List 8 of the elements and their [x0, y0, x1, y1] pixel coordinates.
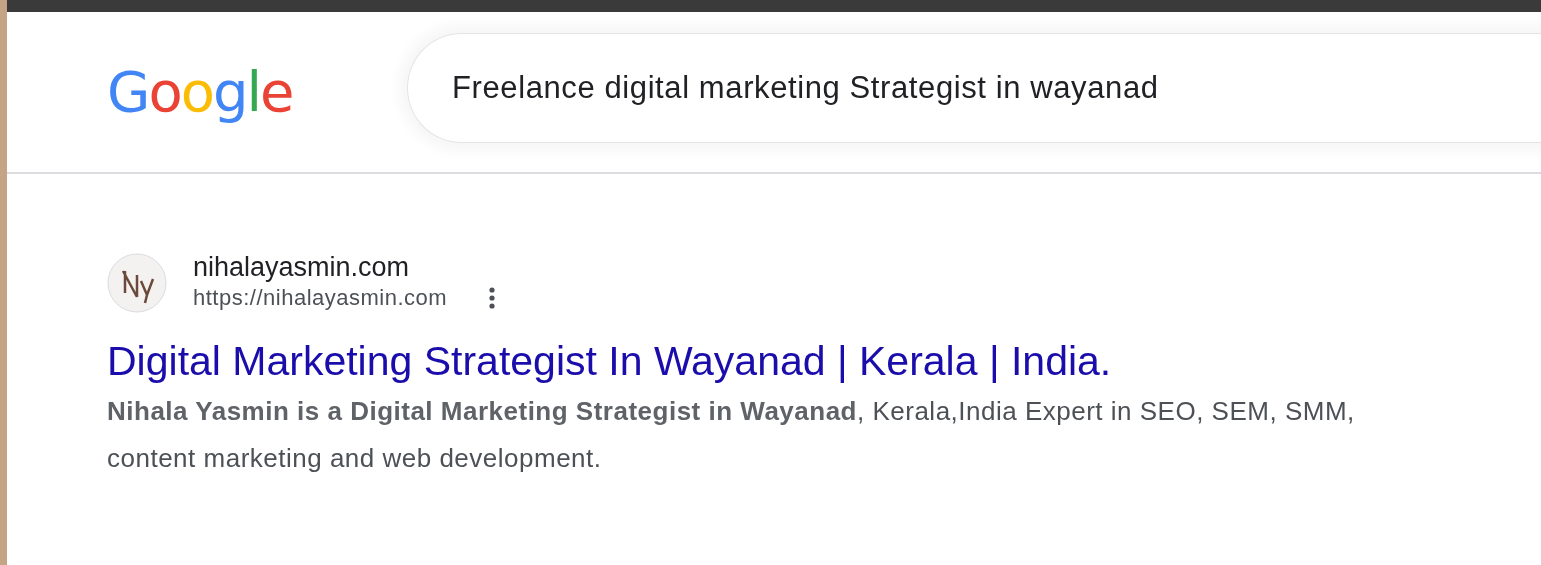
result-title-link[interactable]: Digital Marketing Strategist In Wayanad | Kerala | India.	[107, 336, 1112, 386]
search-field[interactable]: Freelance digital marketing Strategist in wayanad	[407, 33, 1541, 143]
more-options-icon[interactable]	[489, 287, 496, 309]
result-url[interactable]: https://nihalayasmin.com	[193, 282, 448, 314]
result-snippet: Nihala Yasmin is a Digital Marketing Strategist in Wayanad, Kerala,India Expert in SEO, SEM, SMM, content marketing and web development.	[107, 395, 1356, 475]
google-logo[interactable]: Google	[107, 57, 307, 127]
favicon-icon	[107, 253, 167, 313]
site-name[interactable]: nihalayasmin.com	[193, 252, 410, 282]
